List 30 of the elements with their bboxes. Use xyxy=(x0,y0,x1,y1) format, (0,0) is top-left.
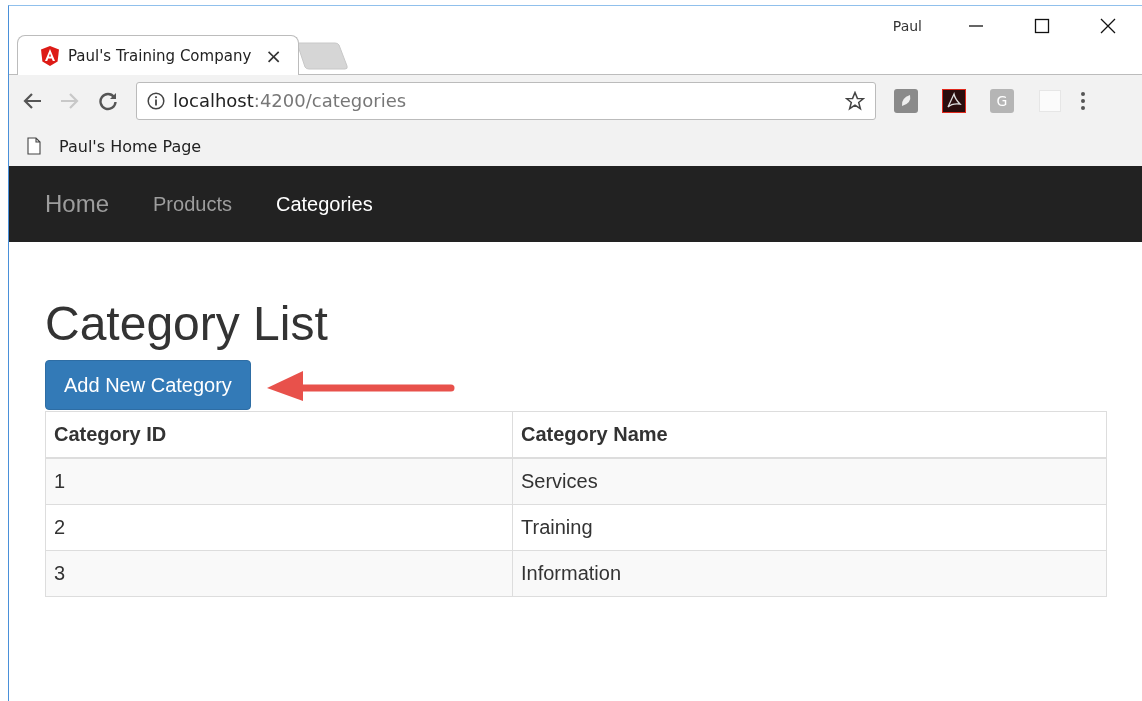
extension-icon[interactable] xyxy=(894,88,918,113)
nav-link[interactable]: Products xyxy=(153,192,232,216)
table-cell: Services xyxy=(512,458,1107,505)
menu-icon[interactable] xyxy=(1080,90,1086,111)
reload-icon[interactable] xyxy=(98,90,118,111)
info-icon xyxy=(147,91,165,110)
star-icon[interactable] xyxy=(845,90,865,111)
page-title: Category List xyxy=(45,300,329,348)
table-cell: 3 xyxy=(45,550,513,597)
table-cell: 1 xyxy=(45,458,513,505)
browser-tab[interactable]: Paul's Training Company × xyxy=(17,35,300,75)
back-arrow-icon[interactable] xyxy=(22,91,42,110)
url-path: :4200/categories xyxy=(253,90,407,111)
url-host: localhost xyxy=(173,90,254,111)
profile-name[interactable]: Paul xyxy=(892,18,922,34)
tab-close-button[interactable]: × xyxy=(265,43,283,68)
tab-title: Paul's Training Company xyxy=(68,46,252,65)
table-cell: Training xyxy=(512,504,1107,551)
maximize-icon[interactable] xyxy=(1034,18,1050,34)
pdf-extension-icon[interactable] xyxy=(942,88,966,113)
add-category-button[interactable]: Add New Category xyxy=(45,360,251,410)
brand-link[interactable]: Home xyxy=(45,190,110,218)
close-icon[interactable] xyxy=(1100,18,1116,34)
shield-logo-icon xyxy=(40,44,60,67)
page-icon xyxy=(27,137,41,155)
table-cell: 2 xyxy=(45,504,513,551)
table-cell: Information xyxy=(512,550,1107,597)
nav-link[interactable]: Categories xyxy=(275,192,373,216)
address-bar[interactable]: localhost:4200/categories xyxy=(136,81,876,120)
bookmark-link[interactable]: Paul's Home Page xyxy=(59,136,202,156)
